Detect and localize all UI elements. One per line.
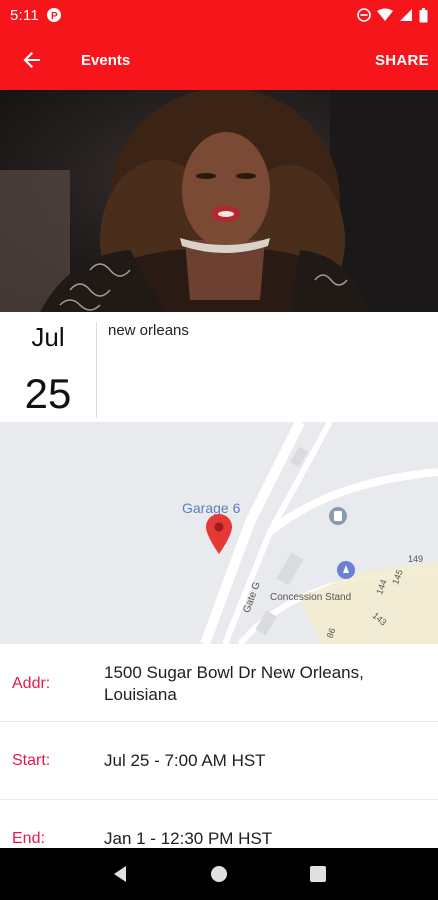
event-day: 25 <box>24 370 72 417</box>
wifi-icon <box>377 8 393 21</box>
end-value: Jan 1 - 12:30 PM HST <box>104 829 273 848</box>
nav-back-icon <box>113 866 126 882</box>
signal-icon <box>400 9 412 21</box>
event-title: new orleans <box>108 322 189 339</box>
dnd-icon <box>357 8 371 22</box>
address-value-line1: 1500 Sugar Bowl Dr New Orleans, <box>104 663 364 682</box>
address-value-line2: Louisiana <box>104 685 177 704</box>
nav-recents-button[interactable] <box>298 854 338 894</box>
nav-home-icon <box>210 866 227 882</box>
nav-home-button[interactable] <box>199 854 239 894</box>
status-icons <box>357 7 428 23</box>
divider <box>96 322 97 418</box>
nav-back-button[interactable] <box>100 854 140 894</box>
back-button[interactable] <box>0 30 64 90</box>
start-value: Jul 25 - 7:00 AM HST <box>104 751 266 770</box>
svg-text:P: P <box>51 11 58 20</box>
p-icon: P <box>46 8 61 22</box>
battery-icon <box>419 7 428 22</box>
address-label: Addr: <box>12 675 51 692</box>
share-button[interactable]: SHARE <box>375 52 429 69</box>
event-month: Jul <box>31 322 65 352</box>
restroom-icon <box>337 561 355 579</box>
end-label: End: <box>12 830 45 847</box>
page-title: Events <box>81 51 131 69</box>
parking-icon <box>329 507 347 525</box>
nav-recents-icon <box>310 866 327 882</box>
system-nav-bar <box>0 848 438 900</box>
map-label-149: 149 <box>408 554 424 564</box>
address-row[interactable]: Addr: 1500 Sugar Bowl Dr New Orleans, Lo… <box>0 644 438 722</box>
status-bar: 5:11 P <box>0 0 438 30</box>
event-map[interactable]: Garage 6 Concession Stand Gate G 149 145… <box>0 422 438 644</box>
start-label: Start: <box>12 752 51 769</box>
app-bar: Events SHARE <box>0 30 438 90</box>
arrow-back-icon <box>23 52 40 68</box>
event-details: Addr: 1500 Sugar Bowl Dr New Orleans, Lo… <box>0 644 438 860</box>
start-row: Start: Jul 25 - 7:00 AM HST <box>0 722 438 800</box>
map-pin-icon <box>206 514 232 554</box>
event-header: Jul 25 new orleans <box>0 312 438 422</box>
status-time: 5:11 <box>10 6 39 24</box>
map-label-concession: Concession Stand <box>270 592 352 603</box>
event-hero-image <box>0 90 438 312</box>
